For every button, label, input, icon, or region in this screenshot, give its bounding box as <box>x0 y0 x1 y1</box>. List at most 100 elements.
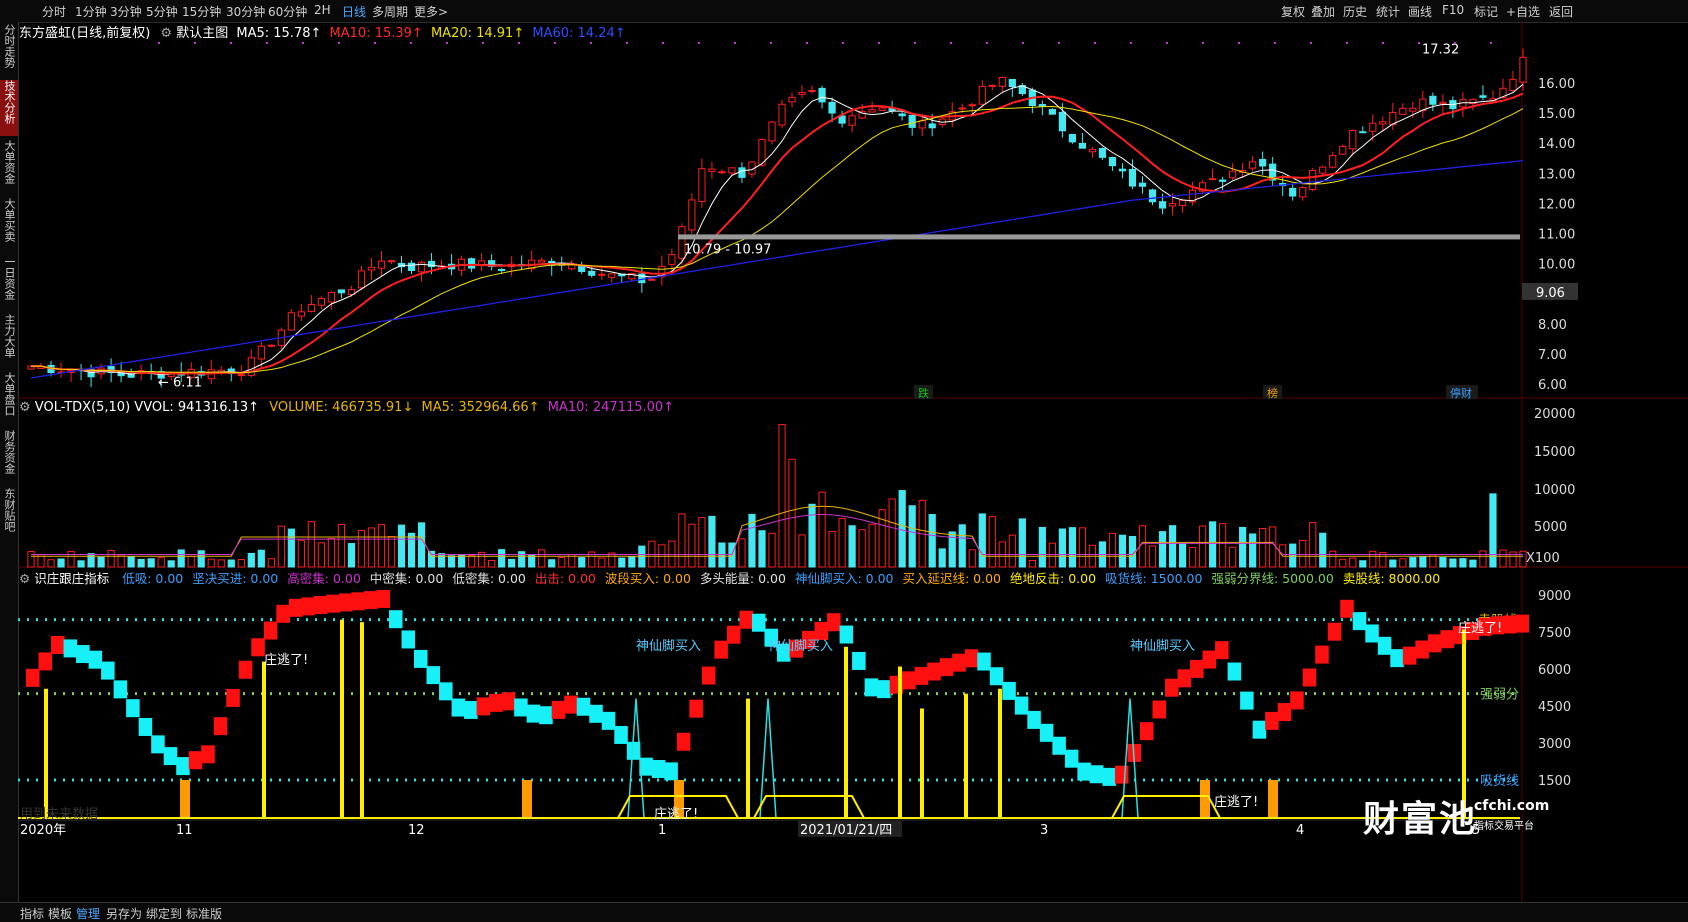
volume-bar <box>1499 549 1507 568</box>
volume-bar <box>608 552 616 568</box>
tool-fuquan-button[interactable]: 复权 <box>1281 3 1305 20</box>
tool-f10-button[interactable]: F10 <box>1442 3 1464 17</box>
candle-body <box>1048 109 1056 115</box>
vol-indicator-name[interactable]: VOL-TDX(5,10) <box>35 400 130 415</box>
sidebar-tab-big-order-book[interactable]: 大单盘口 <box>0 372 18 426</box>
top-marker-dot <box>1094 42 1096 44</box>
oscillator-step <box>439 682 453 701</box>
tool-stats-button[interactable]: 统计 <box>1376 3 1400 20</box>
candle-body <box>467 258 476 269</box>
top-marker-dot <box>698 42 700 44</box>
candle-body <box>958 107 966 110</box>
volume-bar <box>1329 550 1337 568</box>
template-selector[interactable]: 默认主图 <box>176 26 228 41</box>
signal-bar <box>898 666 902 817</box>
bottom-tab-bind-to[interactable]: 绑定到 <box>146 905 182 922</box>
oscillator-step <box>689 699 703 718</box>
bottom-tab-indicator[interactable]: 指标 <box>20 905 44 922</box>
oscillator-step <box>63 639 78 658</box>
brand-name: 财富池 <box>1363 799 1478 840</box>
candle-body <box>698 168 706 202</box>
sidebar-tab-main-big-order[interactable]: 主力大单 <box>0 314 18 368</box>
oscillator-step <box>701 666 716 685</box>
sidebar-tab-fenshi[interactable]: 分时走势 <box>0 24 18 76</box>
volume-bar <box>1359 560 1367 568</box>
stock-chart[interactable]: 卖股线强弱分吸货线 16.0015.0014.0013.0012.0011.00… <box>18 22 1688 902</box>
volume-bar <box>518 551 526 568</box>
period-tab-15min[interactable]: 15分钟 <box>182 3 221 20</box>
period-tab-5min[interactable]: 5分钟 <box>146 3 178 20</box>
ma60-legend: MA60: 14.24↑ <box>532 26 626 41</box>
candle-body <box>1359 131 1367 134</box>
bottom-tab-standard[interactable]: 标准版 <box>186 905 222 922</box>
volume-tick-label: X100 <box>1526 551 1560 566</box>
indicator-annotation: 神仙脚买入 <box>1130 638 1195 654</box>
ma20-line <box>31 105 1524 374</box>
period-tab-60min[interactable]: 60分钟 <box>268 3 307 20</box>
volume-bar <box>1168 525 1177 568</box>
oscillator-step <box>464 700 478 719</box>
indicator-annotation: 神仙脚买入 <box>636 638 701 654</box>
period-tab-fenshi[interactable]: 分时 <box>42 3 66 20</box>
volume-bar <box>367 527 376 568</box>
period-tab-1min[interactable]: 1分钟 <box>75 3 107 20</box>
bottom-tab-template[interactable]: 模板 <box>48 905 72 922</box>
tool-overlay-button[interactable]: 叠加 <box>1311 3 1335 20</box>
sidebar-tab-big-order-funds[interactable]: 大单资金 <box>0 140 18 194</box>
oscillator-step <box>1352 612 1367 631</box>
oscillator-step <box>939 658 954 677</box>
volume-bar <box>958 524 966 568</box>
period-tab-more[interactable]: 更多> <box>414 3 448 20</box>
top-marker-dot <box>194 42 196 44</box>
oscillator-step <box>376 589 390 608</box>
candle-body <box>978 85 986 105</box>
tool-add-watchlist-button[interactable]: +自选 <box>1506 3 1540 20</box>
bottom-tab-manage[interactable]: 管理 <box>76 905 100 922</box>
candle-body <box>1409 107 1417 112</box>
oscillator-step <box>877 680 891 699</box>
settings-gear-icon[interactable]: ⚙ <box>19 571 30 586</box>
event-tag: 榜 <box>1267 386 1278 400</box>
volume-bar <box>277 525 285 568</box>
tool-back-button[interactable]: 返回 <box>1549 3 1573 20</box>
tool-history-button[interactable]: 历史 <box>1343 3 1367 20</box>
sidebar-tab-finance-funds[interactable]: 财务资金 <box>0 430 18 484</box>
candle-body <box>307 304 315 312</box>
top-marker-dot <box>1022 42 1024 44</box>
bottom-tab-save-as[interactable]: 另存为 <box>106 905 142 922</box>
candle-body <box>1138 182 1147 187</box>
oscillator-step <box>313 595 328 614</box>
top-marker-dot <box>806 42 808 44</box>
period-tab-30min[interactable]: 30分钟 <box>226 3 265 20</box>
oscillator-step <box>714 640 728 659</box>
sidebar-tab-tech-analysis[interactable]: 技术分析 <box>0 80 18 136</box>
price-tick-label: 12.00 <box>1538 197 1575 212</box>
brand-watermark: 财富池 <box>1363 790 1477 842</box>
oscillator-step <box>338 593 353 612</box>
period-tab-multi[interactable]: 多周期 <box>372 3 408 20</box>
period-tab-3min[interactable]: 3分钟 <box>110 3 142 20</box>
sidebar-tab-big-order-trade[interactable]: 大单买卖 <box>0 198 18 252</box>
oscillator-step <box>1302 668 1317 687</box>
period-tab-2h[interactable]: 2H <box>314 3 331 17</box>
top-marker-dot <box>302 42 304 44</box>
settings-gear-icon[interactable]: ⚙ <box>19 400 31 415</box>
top-marker-dot <box>1490 42 1492 44</box>
oscillator-step <box>1190 659 1204 678</box>
volume-bar <box>1399 558 1407 568</box>
sidebar-tab-forum[interactable]: 东财贴吧 <box>0 488 18 542</box>
volume-bar <box>1479 550 1487 568</box>
sidebar-tab-day-funds[interactable]: 一日资金 <box>0 256 18 310</box>
period-tab-daily[interactable]: 日线 <box>342 3 366 20</box>
stock-title[interactable]: 东方盛虹(日线,前复权) <box>19 26 150 41</box>
oscillator-step <box>451 698 466 717</box>
settings-gear-icon[interactable]: ⚙ <box>160 26 172 41</box>
oscillator-step <box>651 760 666 779</box>
tool-mark-button[interactable]: 标记 <box>1474 3 1498 20</box>
candle-body <box>1098 148 1107 158</box>
indicator-name[interactable]: 识庄跟庄指标 <box>34 571 109 586</box>
top-marker-dot <box>338 42 340 44</box>
tool-draw-button[interactable]: 画线 <box>1408 3 1432 20</box>
volume-bar <box>558 556 566 568</box>
oscillator-step <box>739 610 753 629</box>
